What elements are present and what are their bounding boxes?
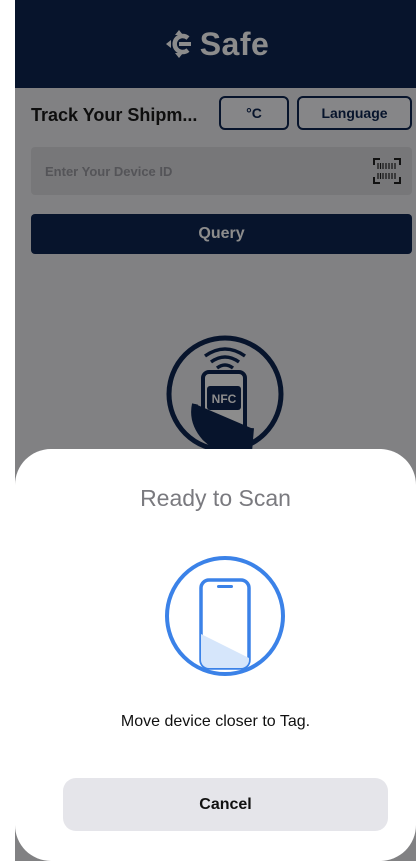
app-frame: Safe Track Your Shipm... °C Language Ent… [15, 0, 416, 861]
sheet-message: Move device closer to Tag. [120, 713, 311, 730]
scan-sheet: Ready to Scan Move device closer to Tag.… [15, 449, 416, 861]
sheet-title: Ready to Scan [140, 485, 291, 511]
cancel-button[interactable]: Cancel [63, 778, 388, 831]
phone-scan-icon [163, 554, 287, 683]
